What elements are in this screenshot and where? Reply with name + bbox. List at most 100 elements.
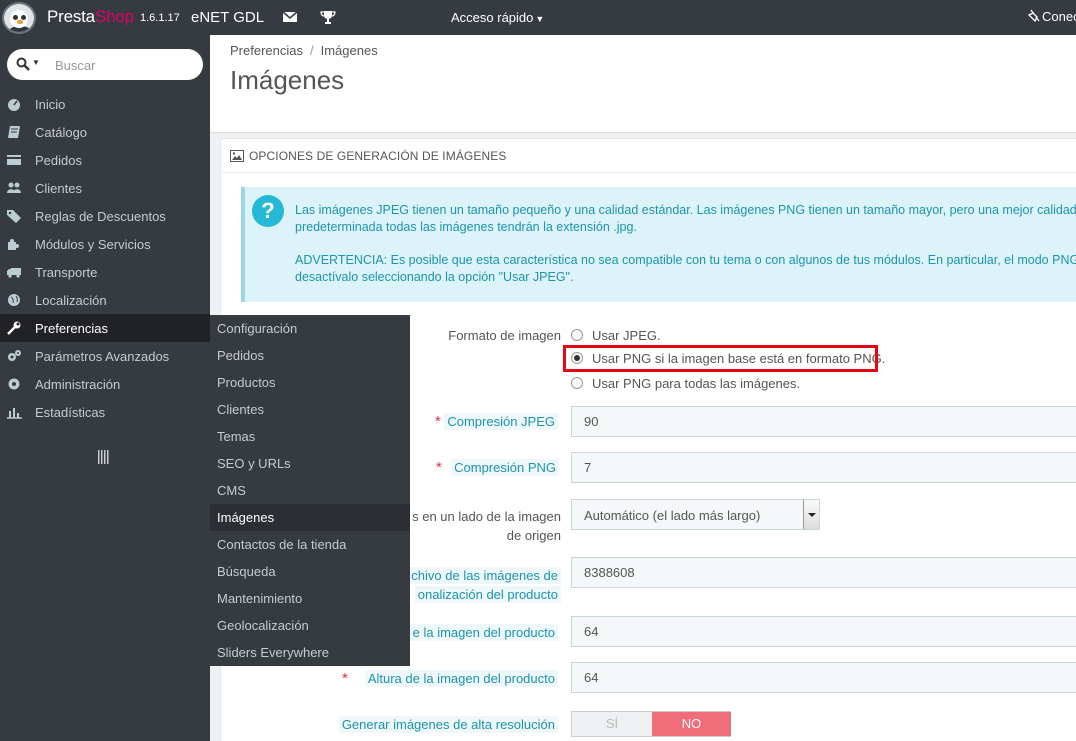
alert-text: desactívalo seleccionando la opción "Usa… — [295, 270, 574, 284]
search-input[interactable] — [55, 55, 195, 75]
side-dimension-label-line: de origen — [506, 528, 561, 543]
hires-yes-option[interactable]: SÍ — [572, 712, 652, 736]
radio-label: Usar JPEG. — [592, 328, 661, 343]
search-box: ▼ — [7, 49, 203, 80]
submenu-item-seo-urls[interactable]: SEO y URLs — [210, 450, 410, 477]
submenu-item-clientes[interactable]: Clientes — [210, 396, 410, 423]
jpeg-compression-label: Compresión JPEG — [444, 413, 558, 430]
radio-button[interactable] — [571, 329, 583, 341]
submenu-item-label: CMS — [217, 483, 246, 498]
submenu-item-productos[interactable]: Productos — [210, 369, 410, 396]
submenu-item-temas[interactable]: Temas — [210, 423, 410, 450]
preferences-submenu: Configuración Pedidos Productos Clientes… — [210, 315, 410, 666]
sidebar-item-label: Preferencias — [35, 321, 108, 336]
sidebar-item-clientes[interactable]: Clientes — [0, 174, 210, 202]
sidebar-item-label: Inicio — [35, 97, 66, 112]
sidebar-item-label: Reglas de Descuentos — [35, 209, 166, 224]
required-asterisk: * — [435, 413, 441, 430]
png-compression-label: Compresión PNG — [451, 459, 559, 476]
cog-icon — [8, 378, 20, 390]
jpeg-compression-label-text[interactable]: Compresión JPEG — [444, 413, 558, 430]
sidebar-item-transporte[interactable]: Transporte — [0, 258, 210, 286]
max-filesize-label-line[interactable]: onalización del producto — [414, 586, 561, 603]
collapse-sidebar-icon[interactable] — [98, 450, 110, 464]
select-arrow-icon[interactable] — [803, 500, 819, 529]
png-compression-input[interactable]: 7 — [571, 452, 1076, 483]
max-filesize-input[interactable]: 8388608 — [571, 557, 1076, 588]
required-asterisk: * — [342, 670, 348, 687]
bar-chart-icon — [7, 408, 22, 419]
sidebar-item-label: Catálogo — [35, 125, 88, 140]
wrench-icon — [7, 321, 21, 335]
connect-label: Conec — [1042, 9, 1076, 24]
hires-label: Generar imágenes de alta resolución — [338, 716, 558, 733]
hires-no-option[interactable]: NO — [652, 712, 731, 736]
submenu-item-pedidos[interactable]: Pedidos — [210, 342, 410, 369]
sidebar-item-catalogo[interactable]: Catálogo — [0, 118, 210, 146]
sidebar-item-estadisticas[interactable]: Estadísticas — [0, 398, 210, 426]
brand-shop: Shop — [94, 7, 134, 26]
brand-name[interactable]: PrestaShop — [47, 7, 134, 27]
quick-access-dropdown[interactable]: Acceso rápido ▼ — [451, 10, 544, 25]
submenu-item-label: Sliders Everywhere — [217, 645, 329, 660]
search-type-caret-icon[interactable]: ▼ — [32, 58, 40, 67]
sidebar-item-parametros-avanzados[interactable]: Parámetros Avanzados — [0, 342, 210, 370]
submenu-item-imagenes[interactable]: Imágenes — [210, 504, 410, 531]
sidebar-item-reglas-descuentos[interactable]: Reglas de Descuentos — [0, 202, 210, 230]
hires-toggle[interactable]: SÍ NO — [571, 711, 731, 737]
side-dimension-select[interactable]: Automático (el lado más largo) — [571, 499, 820, 530]
search-icon[interactable] — [16, 57, 30, 71]
submenu-item-busqueda[interactable]: Búsqueda — [210, 558, 410, 585]
book-icon — [8, 126, 20, 138]
picture-icon — [230, 150, 244, 162]
side-dimension-selected-value: Automático (el lado más largo) — [584, 508, 761, 523]
breadcrumb-separator: / — [309, 43, 314, 58]
sidebar-item-modulos-servicios[interactable]: Módulos y Servicios — [0, 230, 210, 258]
submenu-item-contactos[interactable]: Contactos de la tienda — [210, 531, 410, 558]
submenu-item-label: Búsqueda — [217, 564, 276, 579]
highlight-annotation-box — [563, 345, 878, 372]
product-height-input[interactable]: 64 — [571, 662, 1076, 693]
hires-label-text[interactable]: Generar imágenes de alta resolución — [338, 716, 558, 733]
submenu-item-configuracion[interactable]: Configuración — [210, 315, 410, 342]
prestashop-logo-icon[interactable] — [2, 2, 36, 34]
sidebar-item-preferencias[interactable]: Preferencias — [0, 314, 210, 342]
product-height-label-text[interactable]: Altura de la imagen del producto — [364, 670, 558, 687]
connect-link[interactable]: Conec — [1027, 9, 1076, 24]
product-height-label: Altura de la imagen del producto — [364, 670, 558, 687]
sidebar-item-pedidos[interactable]: Pedidos — [0, 146, 210, 174]
sidebar-item-label: Pedidos — [35, 153, 82, 168]
sidebar-item-label: Localización — [35, 293, 107, 308]
users-icon — [7, 182, 21, 193]
submenu-item-label: Productos — [217, 375, 276, 390]
product-width-input[interactable]: 64 — [571, 616, 1076, 647]
shop-name-link[interactable]: eNET GDL — [191, 9, 264, 26]
alert-text: predeterminada todas las imágenes tendrá… — [295, 220, 637, 234]
radio-button[interactable] — [571, 377, 583, 389]
panel-heading: OPCIONES DE GENERACIÓN DE IMÁGENES — [221, 139, 1076, 173]
panel-heading-text: OPCIONES DE GENERACIÓN DE IMÁGENES — [249, 149, 507, 163]
side-dimension-label-line: s en un lado de la imagen — [412, 509, 561, 524]
submenu-item-mantenimiento[interactable]: Mantenimiento — [210, 585, 410, 612]
envelope-icon[interactable] — [282, 10, 298, 24]
sidebar-item-administracion[interactable]: Administración — [0, 370, 210, 398]
sidebar-item-inicio[interactable]: Inicio — [0, 90, 210, 118]
sidebar-item-localizacion[interactable]: Localización — [0, 286, 210, 314]
jpeg-compression-input[interactable]: 90 — [571, 406, 1076, 437]
submenu-item-geolocalizacion[interactable]: Geolocalización — [210, 612, 410, 639]
png-compression-label-text[interactable]: Compresión PNG — [451, 459, 559, 476]
submenu-item-sliders-everywhere[interactable]: Sliders Everywhere — [210, 639, 410, 666]
submenu-item-label: Geolocalización — [217, 618, 309, 633]
max-filesize-label-line[interactable]: chivo de las imágenes de — [408, 567, 561, 584]
trophy-icon[interactable] — [320, 10, 336, 24]
page-header: Preferencias / Imágenes Imágenes — [210, 35, 1076, 133]
product-width-label-text[interactable]: e la imagen del producto — [409, 624, 558, 641]
submenu-item-label: Clientes — [217, 402, 264, 417]
breadcrumb-parent[interactable]: Preferencias — [230, 43, 303, 58]
required-asterisk: * — [436, 459, 442, 476]
sidebar-item-label: Administración — [35, 377, 121, 392]
home-icon — [8, 99, 20, 111]
sidebar-item-label: Clientes — [35, 181, 82, 196]
plug-icon — [1027, 9, 1040, 23]
submenu-item-cms[interactable]: CMS — [210, 477, 410, 504]
